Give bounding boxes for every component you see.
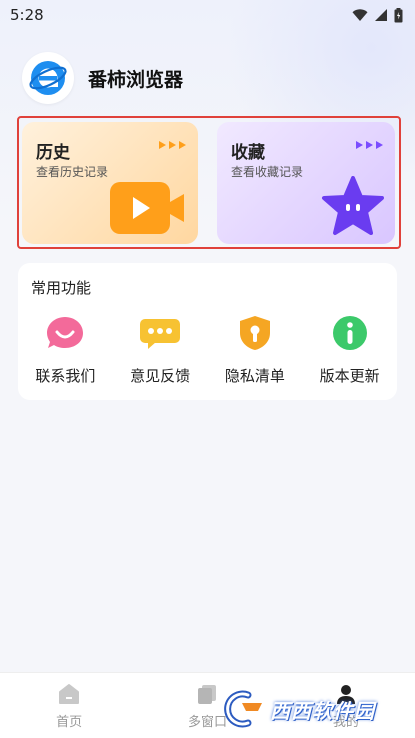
watermark-text: 西西软件园 <box>270 698 375 723</box>
watermark-logo-icon <box>224 690 262 728</box>
privacy-shield-icon <box>233 313 277 353</box>
status-bar: 5:28 <box>0 0 415 30</box>
app-header: 番柿浏览器 <box>22 52 183 104</box>
favorites-title: 收藏 <box>231 143 265 163</box>
browser-logo-icon <box>29 61 67 95</box>
video-camera-icon <box>110 182 184 234</box>
signal-icon <box>375 9 387 21</box>
history-subtitle: 查看历史记录 <box>36 165 109 179</box>
contact-us-label: 联系我们 <box>35 367 96 385</box>
history-card[interactable]: 历史 查看历史记录 <box>22 122 198 244</box>
functions-grid: 联系我们 意见反馈 隐私清单 版本更新 <box>18 313 397 386</box>
privacy-list-item[interactable]: 隐私清单 <box>208 313 303 386</box>
version-update-label: 版本更新 <box>319 367 380 385</box>
history-title: 历史 <box>36 143 70 163</box>
nav-home-label: 首页 <box>56 715 83 730</box>
history-arrows-icon <box>158 140 188 150</box>
version-update-item[interactable]: 版本更新 <box>302 313 397 386</box>
home-icon <box>59 684 80 704</box>
contact-icon <box>43 313 87 353</box>
favorites-card[interactable]: 收藏 查看收藏记录 <box>217 122 395 244</box>
star-icon <box>322 176 384 235</box>
favorites-arrows-icon <box>355 140 385 150</box>
status-time: 5:28 <box>10 6 44 24</box>
common-functions-card: 常用功能 联系我们 意见反馈 隐私清单 版本更新 <box>18 263 397 400</box>
app-logo <box>22 52 74 104</box>
privacy-list-label: 隐私清单 <box>224 367 285 385</box>
contact-us-item[interactable]: 联系我们 <box>18 313 113 386</box>
battery-icon <box>394 7 403 22</box>
wifi-icon <box>352 9 368 21</box>
favorites-subtitle: 查看收藏记录 <box>231 165 304 179</box>
windows-icon <box>198 685 217 704</box>
app-name: 番柿浏览器 <box>88 68 184 91</box>
status-icons <box>352 7 403 23</box>
functions-title: 常用功能 <box>31 279 92 297</box>
info-icon <box>328 313 372 353</box>
watermark: 西西软件园 <box>218 686 400 732</box>
feedback-label: 意见反馈 <box>130 367 191 385</box>
feedback-icon <box>138 313 182 353</box>
feedback-item[interactable]: 意见反馈 <box>113 313 208 386</box>
nav-home[interactable]: 首页 <box>0 673 138 738</box>
